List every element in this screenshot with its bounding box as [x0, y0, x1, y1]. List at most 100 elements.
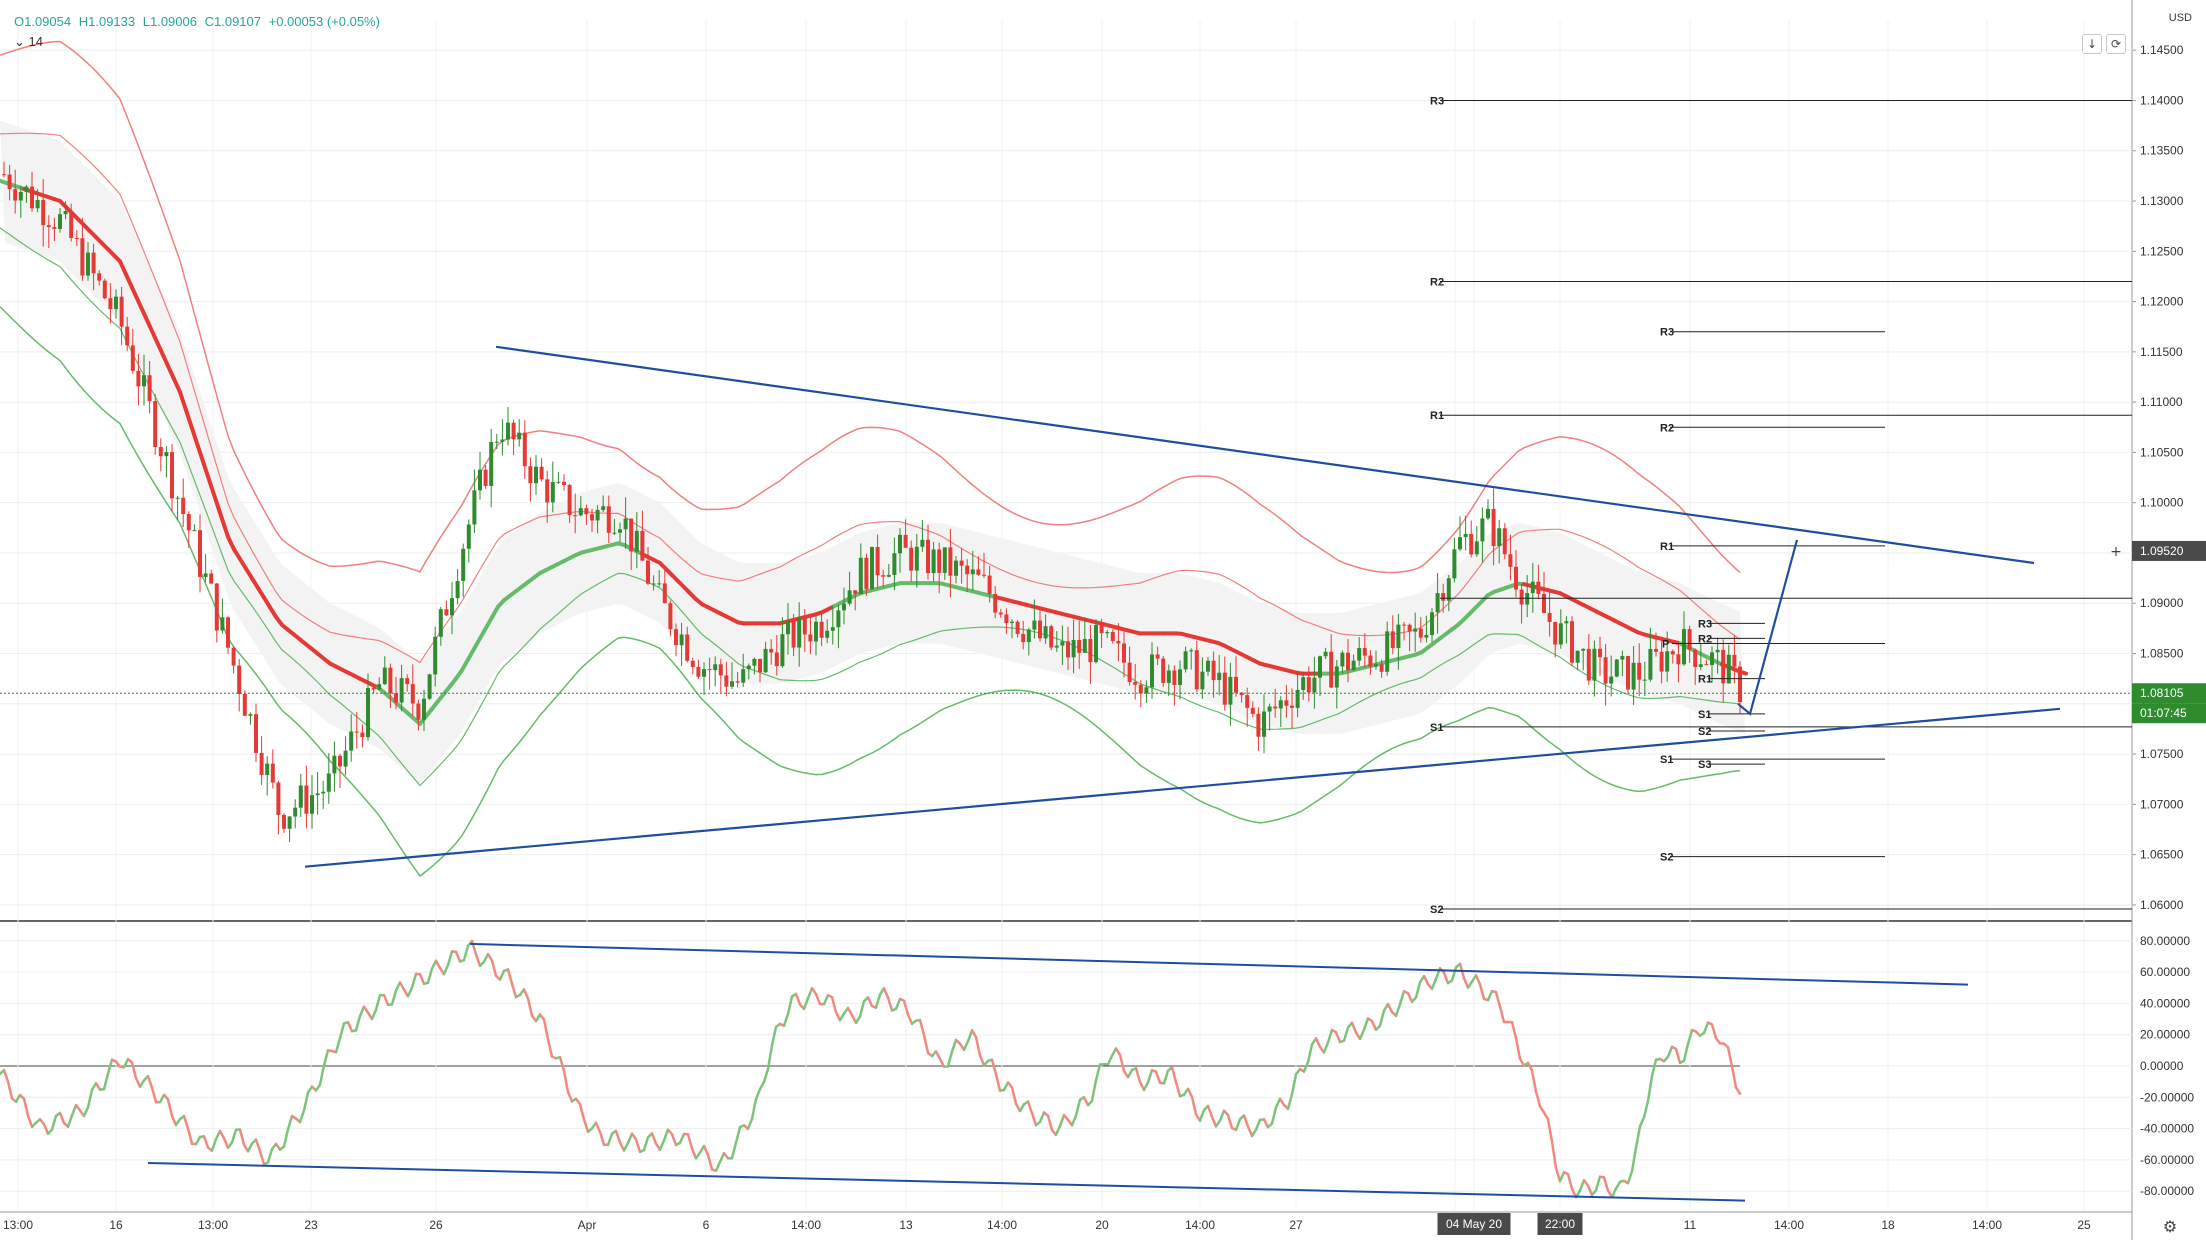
oscillator-segment: [542, 1018, 550, 1041]
oscillator-segment: [642, 1136, 650, 1152]
candle-body: [954, 560, 958, 576]
oscillator-segment: [1334, 1031, 1342, 1044]
candle-body: [91, 252, 96, 274]
oscillator-segment: [566, 1090, 574, 1103]
candle-body: [942, 547, 947, 573]
candle-body: [657, 583, 662, 585]
candle-body: [2, 174, 6, 176]
time-tick-label: 04 May 20: [1446, 1217, 1502, 1231]
candle-body: [853, 590, 858, 594]
candle-body: [1144, 687, 1149, 694]
ohlc-readout: O1.09054 H1.09133 L1.09006 C1.09107 +0.0…: [14, 14, 384, 29]
oscillator-segment: [1350, 1021, 1358, 1034]
candle-body: [786, 620, 790, 635]
oscillator-segment: [938, 1057, 946, 1068]
oscillator-segment: [410, 972, 418, 989]
oscillator-segment: [1702, 1021, 1710, 1035]
oscillator-segment: [462, 944, 470, 962]
oscillator-segment: [670, 1132, 678, 1147]
candle-body: [86, 252, 90, 276]
oscillator-segment: [106, 1058, 114, 1075]
candle-body: [394, 693, 398, 703]
oscillator-segment: [1142, 1081, 1150, 1092]
candle-body: [1592, 648, 1597, 681]
candle-body: [410, 684, 415, 704]
candle-body: [1222, 672, 1227, 705]
candle-body: [377, 684, 382, 690]
candle-body: [494, 441, 499, 443]
refresh-icon[interactable]: ⟳: [2106, 34, 2126, 54]
oscillator-segment: [1486, 989, 1494, 1002]
oscillator-segment: [1378, 1009, 1386, 1028]
candle-body: [1077, 639, 1082, 653]
oscillator-segment: [634, 1138, 642, 1154]
indicator-label[interactable]: ⌄ 14: [14, 34, 43, 50]
oscillator-segment: [474, 952, 482, 968]
candle-body: [556, 481, 561, 483]
oscillator-segment: [70, 1103, 78, 1117]
oscillator-segment: [894, 997, 902, 1011]
oscillator-segment: [650, 1132, 658, 1145]
candle-body: [1575, 650, 1580, 663]
candle-body: [724, 675, 729, 687]
candle-body: [903, 534, 908, 548]
oscillator-segment: [1174, 1080, 1182, 1098]
candle-body: [612, 532, 617, 534]
candle-body: [702, 669, 706, 677]
candle-body: [931, 549, 936, 574]
candle-body: [993, 594, 998, 613]
oscillator-segment: [50, 1114, 58, 1131]
change-value: +0.00053 (+0.05%): [268, 14, 380, 29]
price-tick-label: 1.07000: [2140, 797, 2184, 811]
oscillator-segment: [1386, 1002, 1394, 1014]
arrow-down-icon[interactable]: ↓: [2082, 34, 2102, 54]
candle-body: [1704, 664, 1709, 666]
oscillator-segment: [950, 1038, 958, 1053]
candle-body: [1542, 593, 1546, 613]
oscillator-segment: [1554, 1167, 1562, 1183]
candle-body: [360, 732, 365, 738]
candle-body: [478, 469, 482, 491]
time-tick-label: 11: [1684, 1218, 1697, 1232]
candle-body: [203, 573, 208, 577]
time-tick-label: 23: [304, 1218, 318, 1232]
oscillator-segment: [1534, 1090, 1542, 1108]
oscillator-segment: [406, 986, 414, 998]
oscillator-segment: [822, 994, 830, 1006]
oscillator-segment: [1626, 1169, 1634, 1185]
candle-body: [1122, 643, 1126, 663]
oscillator-segment: [1286, 1093, 1294, 1111]
candle-body: [1519, 589, 1524, 605]
candle-body: [909, 547, 914, 571]
candle-body: [517, 432, 522, 440]
candle-body: [1323, 651, 1328, 657]
oscillator-segment: [1106, 1054, 1114, 1066]
candle-body: [629, 518, 634, 552]
candle-body: [18, 191, 23, 201]
candle-body: [758, 658, 762, 673]
oscillator-segment: [186, 1127, 194, 1145]
candle-body: [545, 479, 550, 503]
oscillator-segment: [222, 1137, 230, 1149]
candle-body: [170, 452, 174, 499]
chart-canvas[interactable]: R3R2R1S1S2R3R2R1S1S2R3R2R1S1S2S3P 1.1450…: [0, 0, 2206, 1240]
candle-body: [399, 678, 404, 703]
oscillator-segment: [1058, 1113, 1066, 1128]
pivot-label: R1: [1430, 410, 1444, 422]
time-tick-label: 14:00: [1972, 1218, 2002, 1232]
candle-body: [1379, 664, 1384, 672]
oscillator-segment: [318, 1064, 326, 1087]
oscillator-segment: [1442, 971, 1450, 985]
candle-body: [175, 497, 180, 499]
oscillator-segment: [258, 1149, 266, 1166]
oscillator-segment: [1218, 1109, 1226, 1122]
oscillator-segment: [166, 1098, 174, 1118]
price-tick-label: 1.12500: [2140, 244, 2184, 258]
oscillator-segment: [1414, 980, 1422, 999]
candle-body: [1004, 614, 1009, 624]
candle-body: [1570, 621, 1574, 663]
oscillator-segment: [150, 1086, 158, 1104]
candle-body: [802, 617, 807, 635]
oscillator-segment: [1146, 1069, 1154, 1084]
time-tick-label: 14:00: [1774, 1218, 1804, 1232]
